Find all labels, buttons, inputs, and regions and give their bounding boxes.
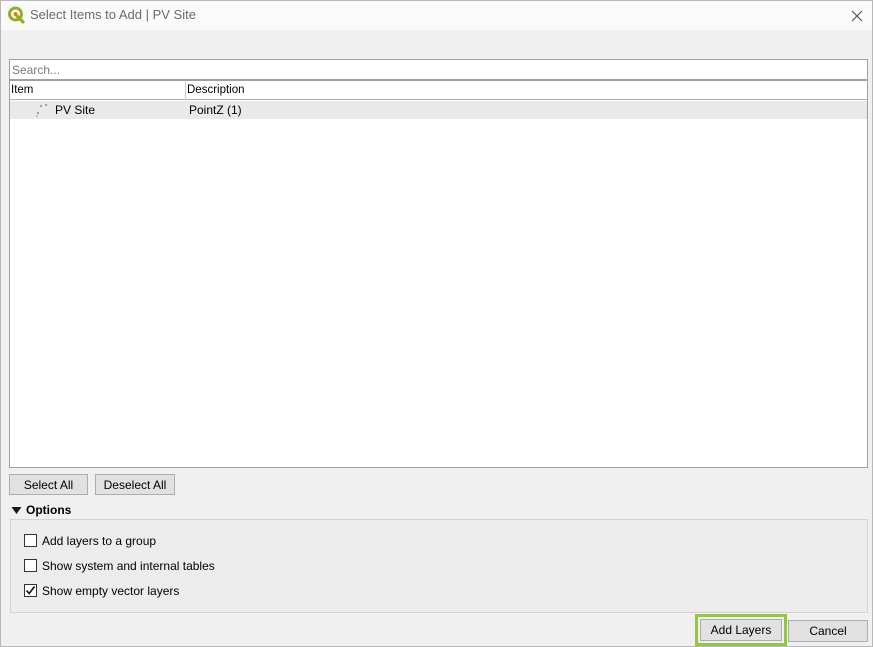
column-header-item[interactable]: Item	[10, 81, 186, 100]
point-layer-icon	[36, 104, 47, 117]
add-layers-highlight: Add Layers	[695, 614, 787, 646]
checkbox-box[interactable]	[24, 584, 37, 597]
cancel-button[interactable]: Cancel	[788, 620, 868, 642]
options-label: Options	[26, 503, 72, 517]
search-input[interactable]	[9, 59, 868, 80]
options-panel: Add layers to a group Show system and in…	[10, 519, 868, 613]
deselect-all-button[interactable]: Deselect All	[95, 474, 175, 495]
checkbox-label: Show empty vector layers	[42, 583, 180, 598]
checkbox-box[interactable]	[24, 534, 37, 547]
table-row[interactable]: PV Site PointZ (1)	[10, 101, 867, 119]
title-bar: Select Items to Add | PV Site	[1, 1, 872, 30]
close-icon	[851, 10, 863, 21]
triangle-down-icon	[11, 506, 22, 514]
checkmark-icon	[25, 586, 36, 595]
items-tree[interactable]: Item Description PV Site PointZ (1)	[9, 80, 868, 468]
column-header-description[interactable]: Description	[186, 81, 867, 100]
checkbox-label: Add layers to a group	[42, 533, 157, 548]
show-system-tables-checkbox[interactable]: Show system and internal tables	[24, 558, 215, 573]
options-toggle[interactable]: Options	[11, 502, 71, 518]
tree-header: Item Description	[10, 81, 867, 100]
window-title: Select Items to Add | PV Site	[30, 7, 196, 22]
checkbox-label: Show system and internal tables	[42, 558, 215, 573]
add-layers-to-group-checkbox[interactable]: Add layers to a group	[24, 533, 156, 548]
dialog-window: Select Items to Add | PV Site Item Descr…	[0, 0, 873, 647]
checkbox-box[interactable]	[24, 559, 37, 572]
row-item-name: PV Site	[55, 103, 96, 117]
show-empty-vector-layers-checkbox[interactable]: Show empty vector layers	[24, 583, 179, 598]
add-layers-button[interactable]: Add Layers	[700, 619, 782, 641]
close-button[interactable]	[842, 1, 872, 30]
qgis-logo-icon	[8, 6, 25, 24]
select-all-button[interactable]: Select All	[9, 474, 88, 495]
row-item-description: PointZ (1)	[189, 103, 242, 117]
